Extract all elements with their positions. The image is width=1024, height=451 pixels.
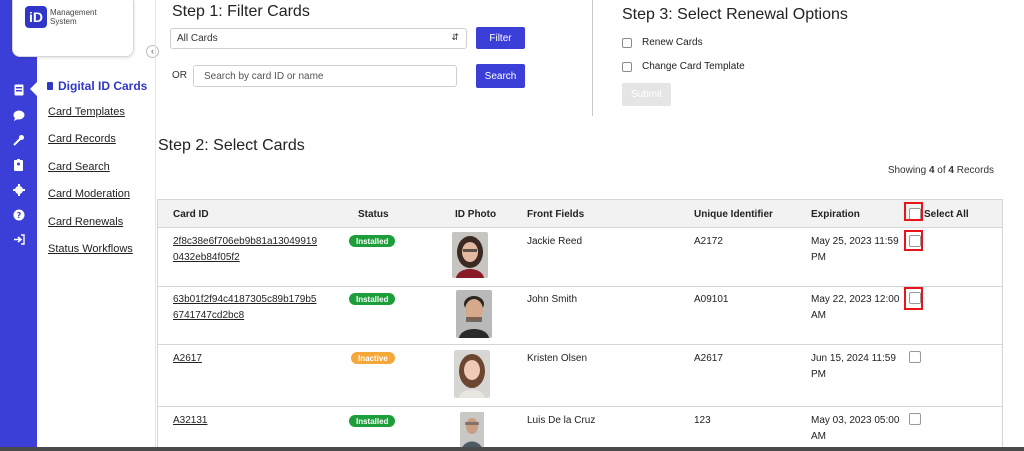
status-badge: Installed — [349, 415, 396, 427]
renew-cards-option: Renew Cards — [622, 37, 703, 48]
unique-identifier: A09101 — [694, 294, 729, 305]
search-input[interactable]: Search by card ID or name — [193, 65, 457, 87]
step-divider — [592, 0, 593, 116]
unique-identifier: 123 — [694, 415, 711, 426]
status-badge: Installed — [349, 235, 396, 247]
table-row: 2f8c38e6f706eb9b81a13049919 0432eb84f05f2… — [158, 228, 1002, 287]
filter-button[interactable]: Filter — [476, 27, 525, 49]
nav-card-records[interactable]: Card Records — [48, 133, 116, 145]
header-status: Status — [358, 209, 389, 220]
or-label: OR — [172, 70, 187, 81]
id-photo — [456, 290, 492, 338]
table-row: A2617 Inactive Kristen Olsen A2617 Jun 1… — [158, 345, 1002, 407]
front-fields: Luis De la Cruz — [527, 415, 596, 426]
header-unique-identifier: Unique Identifier — [694, 209, 773, 220]
expiration: May 22, 2023 12:00 AM — [811, 294, 900, 321]
step1-heading: Step 1: Filter Cards — [172, 3, 310, 20]
table-header: Card ID Status ID Photo Front Fields Uni… — [158, 200, 1002, 228]
highlight-select-all — [904, 202, 923, 221]
id-photo — [454, 350, 490, 398]
step2-heading: Step 2: Select Cards — [158, 137, 305, 154]
unique-identifier: A2172 — [694, 236, 723, 247]
search-button[interactable]: Search — [476, 64, 525, 88]
active-indicator — [30, 82, 37, 96]
header-expiration: Expiration — [811, 209, 860, 220]
filter-select-value: All Cards — [177, 33, 218, 44]
header-select-all: Select All — [924, 209, 969, 220]
unique-identifier: A2617 — [694, 353, 723, 364]
id-photo — [460, 412, 496, 450]
highlight-row1-checkbox — [904, 230, 923, 251]
sub-navigation: Digital ID Cards Card Templates Card Rec… — [37, 0, 155, 451]
settings-icon[interactable] — [0, 181, 37, 199]
row-select-checkbox[interactable] — [909, 413, 921, 425]
front-fields: John Smith — [527, 294, 578, 305]
bottom-bar — [0, 447, 1024, 451]
nav-card-renewals[interactable]: Card Renewals — [48, 216, 123, 228]
renew-cards-checkbox[interactable] — [622, 37, 632, 48]
table-row: A32131 Installed Luis De la Cruz 123 May… — [158, 407, 1002, 450]
front-fields: Kristen Olsen — [527, 353, 588, 364]
status-badge: Installed — [349, 293, 396, 305]
row-select-checkbox[interactable] — [909, 351, 921, 363]
select-caret-icon: ⇵ — [451, 32, 459, 42]
card-id-link[interactable]: 63b01f2f94c4187305c89b179b5 6741747cd2bc8 — [173, 292, 316, 324]
table-row: 63b01f2f94c4187305c89b179b5 6741747cd2bc8… — [158, 287, 1002, 345]
id-badge-icon[interactable] — [0, 156, 37, 174]
front-fields: Jackie Reed — [527, 236, 583, 247]
chat-icon[interactable] — [0, 106, 37, 124]
card-id-link[interactable]: 2f8c38e6f706eb9b81a13049919 0432eb84f05f2 — [173, 234, 317, 266]
card-id-link[interactable]: A32131 — [173, 413, 207, 429]
expiration: May 03, 2023 05:00 AM — [811, 415, 900, 442]
card-id-link[interactable]: A2617 — [173, 351, 202, 367]
step3-heading: Step 3: Select Renewal Options — [622, 6, 848, 23]
app-window: ? iD Management System ‹ Digital ID Card… — [0, 0, 1024, 451]
header-front-fields: Front Fields — [527, 209, 585, 220]
id-photo — [452, 232, 488, 278]
submit-button[interactable]: Submit — [622, 83, 671, 106]
records-count: Showing 4 of 4 Records — [887, 165, 994, 176]
header-card-id: Card ID — [173, 209, 209, 220]
expiration: May 25, 2023 11:59 PM — [811, 236, 899, 263]
status-badge: Inactive — [351, 352, 395, 364]
highlight-row2-checkbox — [904, 287, 923, 310]
cards-table: Card ID Status ID Photo Front Fields Uni… — [157, 199, 1003, 451]
nav-card-moderation[interactable]: Card Moderation — [48, 188, 130, 200]
sidebar-divider — [155, 0, 156, 451]
change-template-option: Change Card Template — [622, 61, 745, 72]
card-small-icon — [47, 82, 53, 90]
change-template-checkbox[interactable] — [622, 61, 632, 72]
filter-select[interactable]: All Cards ⇵ — [170, 28, 467, 49]
nav-card-templates[interactable]: Card Templates — [48, 106, 125, 118]
header-id-photo: ID Photo — [455, 209, 497, 220]
expiration: Jun 15, 2024 11:59 PM — [811, 353, 896, 380]
svg-text:?: ? — [16, 211, 21, 220]
nav-card-search[interactable]: Card Search — [48, 161, 110, 173]
nav-status-workflows[interactable]: Status Workflows — [48, 243, 133, 255]
help-icon[interactable]: ? — [0, 206, 37, 224]
icon-rail: ? — [0, 0, 37, 451]
logout-icon[interactable] — [0, 230, 37, 248]
tools-icon[interactable] — [0, 131, 37, 149]
subnav-title: Digital ID Cards — [47, 79, 147, 93]
